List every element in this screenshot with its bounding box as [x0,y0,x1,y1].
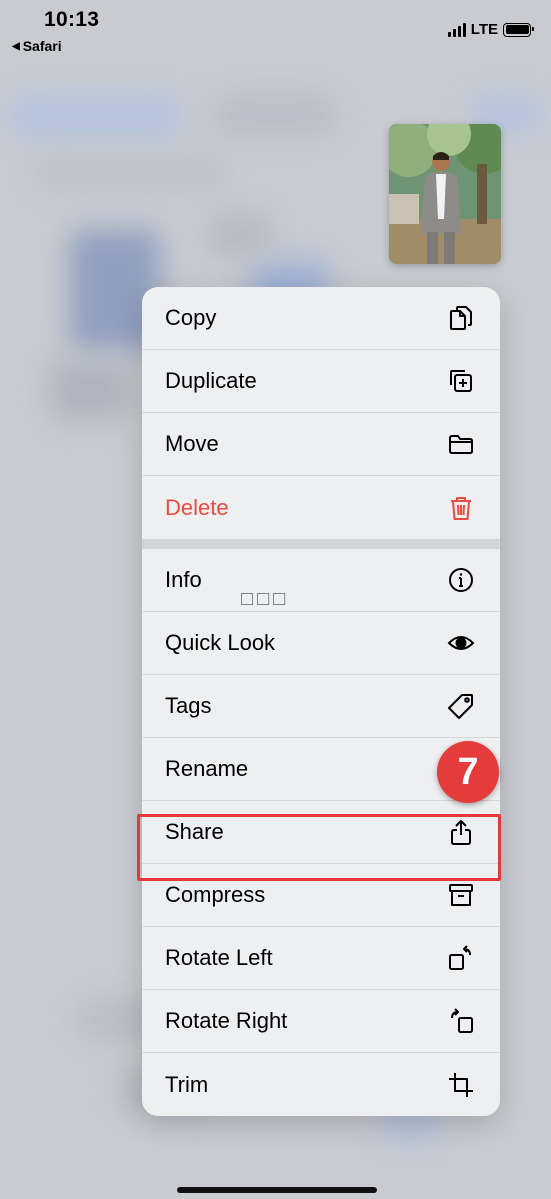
home-indicator[interactable] [177,1187,377,1193]
menu-item-move[interactable]: Move [142,413,500,476]
trash-icon [446,493,476,523]
menu-item-trim[interactable]: Trim [142,1053,500,1116]
menu-item-compress[interactable]: Compress [142,864,500,927]
photo-thumbnail [389,124,501,264]
menu-item-label: Delete [165,494,229,520]
menu-item-label: Rename [165,756,249,781]
back-triangle-icon: ◀ [12,40,20,52]
folder-icon [446,429,476,459]
menu-item-info[interactable]: Info [142,549,500,612]
menu-item-label: Duplicate [165,368,257,393]
archive-icon [446,880,476,910]
eye-icon [446,628,476,658]
rotate-right-icon [446,1006,476,1036]
menu-item-label: Copy [165,305,217,330]
status-indicators: LTE [447,21,534,38]
menu-item-label: Share [165,819,224,844]
back-to-safari-link[interactable]: ◀ Safari [12,38,62,54]
menu-item-rotate-left[interactable]: Rotate Left [142,927,500,990]
menu-item-quick-look[interactable]: Quick Look [142,612,500,675]
crop-icon [446,1070,476,1100]
menu-item-label: Rotate Right [165,1008,288,1033]
step-number-badge: 7 [437,741,499,803]
menu-item-label: Rotate Left [165,945,273,970]
duplicate-icon [446,366,476,396]
rotate-left-icon [446,943,476,973]
menu-item-duplicate[interactable]: Duplicate [142,350,500,413]
status-time: 10:13 [44,8,100,31]
menu-item-label: Trim [165,1071,209,1097]
menu-item-label: Info [165,567,202,592]
menu-item-label: Compress [165,882,266,907]
menu-item-rotate-right[interactable]: Rotate Right [142,990,500,1053]
menu-item-share[interactable]: Share [142,801,500,864]
network-label: LTE [470,21,498,38]
menu-item-copy[interactable]: Copy [142,287,500,350]
signal-icon [447,22,466,37]
tag-icon [446,691,476,721]
menu-separator [142,539,500,549]
garbled-text: □□□ [241,588,290,610]
share-icon [446,817,476,847]
copy-icon [446,303,476,333]
back-app-label: Safari [22,38,62,54]
menu-item-label: Tags [165,693,212,718]
battery-icon [503,22,534,37]
context-menu: Copy Duplicate Move Delete Info Quick Lo… [142,287,500,1116]
menu-item-label: Quick Look [165,630,276,655]
menu-item-label: Move [165,431,219,456]
info-icon [446,565,476,595]
menu-item-delete[interactable]: Delete [142,476,500,539]
menu-item-tags[interactable]: Tags [142,675,500,738]
